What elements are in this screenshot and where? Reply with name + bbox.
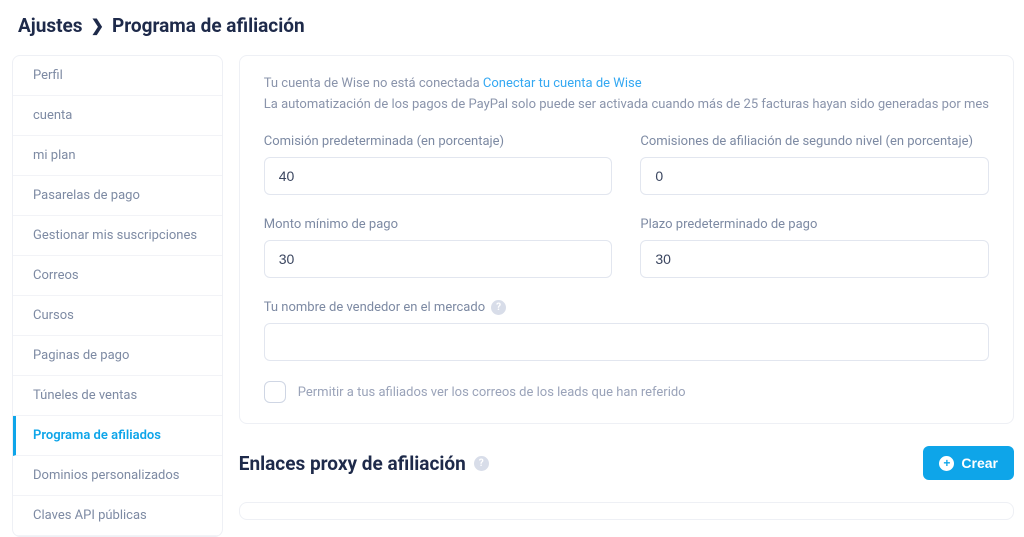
sidebar-item-tuneles[interactable]: Túneles de ventas <box>13 376 222 416</box>
sidebar-item-perfil[interactable]: Perfil <box>13 56 222 96</box>
help-icon[interactable]: ? <box>491 300 506 315</box>
settings-sidebar: Perfil cuenta mi plan Pasarelas de pago … <box>12 55 223 537</box>
sidebar-item-label: cuenta <box>33 108 72 123</box>
sidebar-item-label: Correos <box>33 268 79 283</box>
sidebar-item-label: mi plan <box>33 148 76 163</box>
second-tier-input[interactable] <box>640 157 989 195</box>
sidebar-item-mi-plan[interactable]: mi plan <box>13 136 222 176</box>
chevron-right-icon: ❯ <box>91 16 104 35</box>
vendor-name-input[interactable] <box>264 323 989 361</box>
payout-term-label: Plazo predeterminado de pago <box>640 217 989 232</box>
paypal-notice: La automatización de los pagos de PayPal… <box>264 97 989 112</box>
wise-notice-text: Tu cuenta de Wise no está conectada <box>264 76 480 91</box>
sidebar-item-cuenta[interactable]: cuenta <box>13 96 222 136</box>
vendor-name-label: Tu nombre de vendedor en el mercado <box>264 300 485 315</box>
help-icon[interactable]: ? <box>474 456 489 471</box>
allow-view-emails-checkbox[interactable] <box>264 381 286 403</box>
sidebar-item-label: Dominios personalizados <box>33 468 179 483</box>
sidebar-item-correos[interactable]: Correos <box>13 256 222 296</box>
sidebar-item-pasarelas-pago[interactable]: Pasarelas de pago <box>13 176 222 216</box>
sidebar-item-label: Túneles de ventas <box>33 388 137 403</box>
sidebar-item-label: Perfil <box>33 68 63 83</box>
second-tier-label: Comisiones de afiliación de segundo nive… <box>640 134 989 149</box>
sidebar-item-label: Paginas de pago <box>33 348 129 363</box>
sidebar-item-suscripciones[interactable]: Gestionar mis suscripciones <box>13 216 222 256</box>
commission-label: Comisión predeterminada (en porcentaje) <box>264 134 613 149</box>
wise-notice: Tu cuenta de Wise no está conectada Cone… <box>264 76 989 91</box>
sidebar-item-paginas-pago[interactable]: Paginas de pago <box>13 336 222 376</box>
sidebar-item-label: Cursos <box>33 308 74 323</box>
proxy-links-card <box>239 502 1014 520</box>
proxy-links-title: Enlaces proxy de afiliación <box>239 452 466 475</box>
allow-view-emails-label: Permitir a tus afiliados ver los correos… <box>298 385 686 400</box>
breadcrumb-current: Programa de afiliación <box>112 14 305 37</box>
sidebar-item-api-keys[interactable]: Claves API públicas <box>13 496 222 536</box>
proxy-links-section-header: Enlaces proxy de afiliación ? + Crear <box>239 446 1014 480</box>
min-payout-label: Monto mínimo de pago <box>264 217 613 232</box>
breadcrumb-root[interactable]: Ajustes <box>18 14 83 37</box>
create-button[interactable]: + Crear <box>923 446 1014 480</box>
breadcrumb: Ajustes ❯ Programa de afiliación <box>0 0 1024 55</box>
affiliate-settings-card: Tu cuenta de Wise no está conectada Cone… <box>239 55 1014 424</box>
sidebar-item-label: Pasarelas de pago <box>33 188 140 203</box>
payout-term-input[interactable] <box>640 240 989 278</box>
sidebar-item-afiliados[interactable]: Programa de afiliados <box>13 416 222 456</box>
sidebar-item-cursos[interactable]: Cursos <box>13 296 222 336</box>
sidebar-item-label: Gestionar mis suscripciones <box>33 228 197 243</box>
sidebar-item-dominios[interactable]: Dominios personalizados <box>13 456 222 496</box>
sidebar-item-label: Programa de afiliados <box>33 428 161 443</box>
min-payout-input[interactable] <box>264 240 613 278</box>
plus-icon: + <box>939 456 954 471</box>
commission-input[interactable] <box>264 157 613 195</box>
create-button-label: Crear <box>961 455 998 471</box>
wise-connect-link[interactable]: Conectar tu cuenta de Wise <box>483 76 642 91</box>
sidebar-item-label: Claves API públicas <box>33 508 147 523</box>
